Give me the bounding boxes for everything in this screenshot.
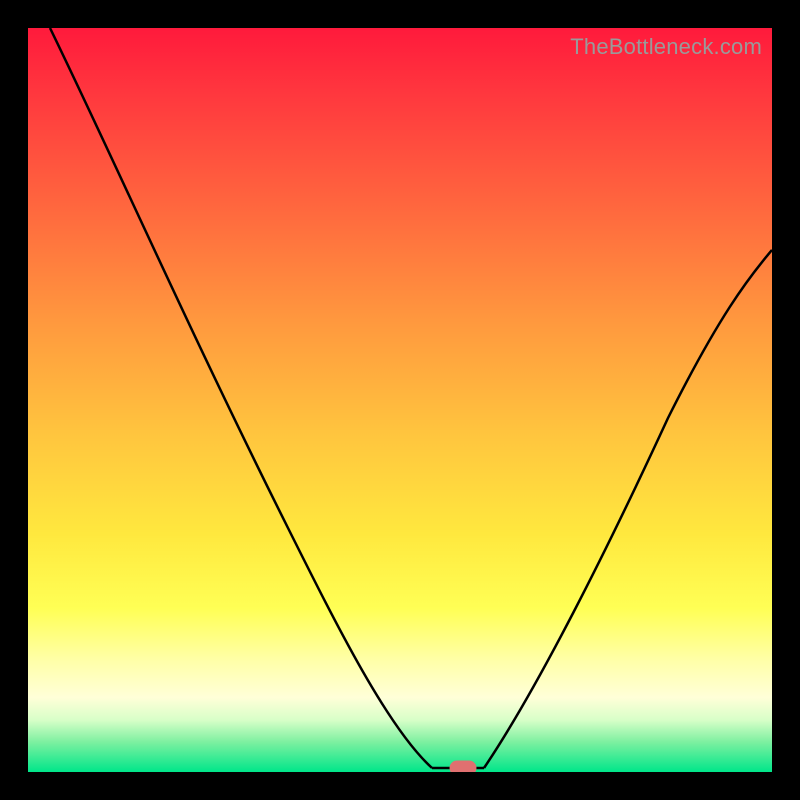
chart-plot-area: TheBottleneck.com — [28, 28, 772, 772]
minimum-marker — [450, 761, 476, 772]
watermark-text: TheBottleneck.com — [570, 34, 762, 60]
bottleneck-curve — [28, 28, 772, 772]
curve-right-branch — [484, 250, 772, 768]
curve-left-branch — [50, 28, 432, 768]
